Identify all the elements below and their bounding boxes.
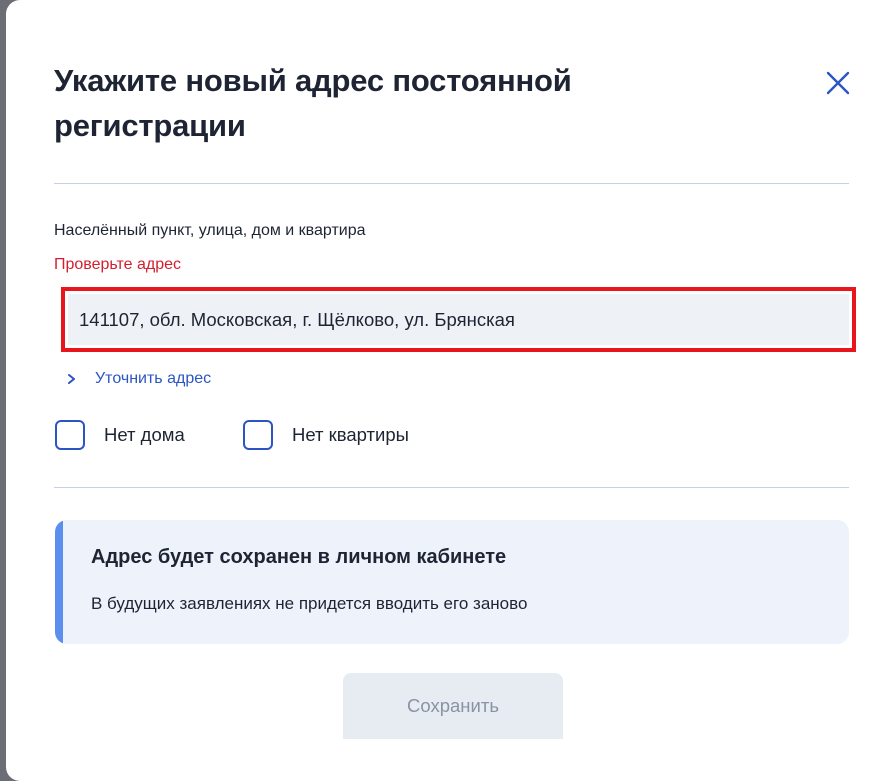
no-house-label: Нет дома [104, 424, 185, 445]
address-error-message: Проверьте адрес [54, 256, 182, 273]
clarify-address-label: Уточнить адрес [95, 370, 212, 387]
address-modal: Укажите новый адрес постоянной регистрац… [6, 0, 891, 781]
info-heading: Адрес будет сохранен в личном кабинете [91, 546, 507, 568]
header-divider [54, 183, 849, 184]
no-apartment-checkbox[interactable]: Нет квартиры [243, 420, 409, 450]
checkbox-box[interactable] [55, 420, 85, 450]
close-icon [826, 71, 850, 95]
address-input[interactable] [68, 294, 849, 345]
checkbox-box[interactable] [243, 420, 273, 450]
info-text: В будущих заявлениях не придется вводить… [91, 594, 528, 613]
info-accent-bar [55, 520, 63, 644]
no-apartment-label: Нет квартиры [292, 424, 409, 445]
section-divider [54, 487, 849, 488]
modal-title: Укажите новый адрес постоянной регистрац… [54, 63, 572, 143]
info-box: Адрес будет сохранен в личном кабинете В… [55, 520, 849, 644]
clarify-address-link[interactable]: Уточнить адрес [65, 370, 211, 388]
close-button[interactable] [824, 69, 852, 97]
chevron-right-icon [68, 374, 75, 384]
no-house-checkbox[interactable]: Нет дома [55, 420, 185, 450]
address-input-wrapper [61, 287, 856, 352]
save-button[interactable]: Сохранить [343, 673, 563, 739]
address-field-label: Населённый пункт, улица, дом и квартира [54, 222, 366, 239]
